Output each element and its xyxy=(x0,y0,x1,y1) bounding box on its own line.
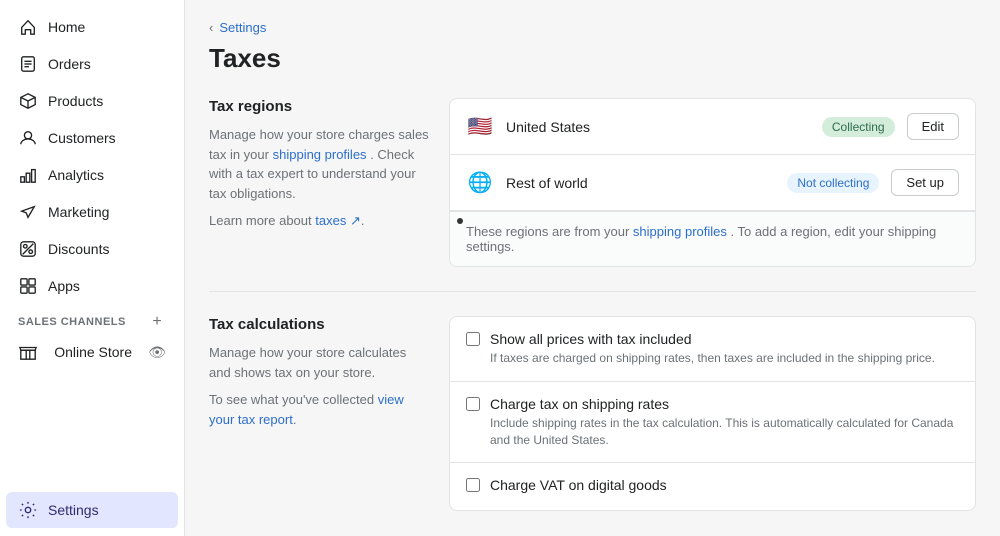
tax-calculations-info: Tax calculations Manage how your store c… xyxy=(209,316,429,511)
sidebar-item-customers-label: Customers xyxy=(48,130,116,146)
taxes-link[interactable]: taxes ↗ xyxy=(315,213,361,228)
tax-regions-learn-more: Learn more about taxes ↗. xyxy=(209,211,429,231)
customers-icon xyxy=(18,128,38,148)
charge-shipping-description: Include shipping rates in the tax calcul… xyxy=(490,415,959,449)
eye-icon[interactable]: 👁 xyxy=(148,344,166,361)
tax-calculations-report: To see what you've collected view your t… xyxy=(209,390,429,429)
tax-regions-card: 🇺🇸 United States Collecting Edit 🌐 Rest … xyxy=(449,98,976,267)
sidebar-item-products[interactable]: Products xyxy=(6,83,178,119)
charge-shipping-checkbox[interactable] xyxy=(466,397,480,411)
charge-vat-content: Charge VAT on digital goods xyxy=(490,477,667,496)
show-prices-checkbox[interactable] xyxy=(466,332,480,346)
sidebar-item-home-label: Home xyxy=(48,19,85,35)
tax-regions-description: Manage how your store charges sales tax … xyxy=(209,125,429,203)
us-flag: 🇺🇸 xyxy=(466,117,494,137)
marketing-icon xyxy=(18,202,38,222)
sidebar-item-discounts-label: Discounts xyxy=(48,241,109,257)
region-row-world: 🌐 Rest of world Not collecting Set up xyxy=(450,155,975,211)
sidebar-item-marketing[interactable]: Marketing xyxy=(6,194,178,230)
home-icon xyxy=(18,17,38,37)
checkbox-show-prices: Show all prices with tax included If tax… xyxy=(450,317,975,382)
tax-regions-info: Tax regions Manage how your store charge… xyxy=(209,98,429,267)
tax-calculations-card: Show all prices with tax included If tax… xyxy=(449,316,976,511)
sidebar-item-apps-label: Apps xyxy=(48,278,80,294)
tax-regions-section: Tax regions Manage how your store charge… xyxy=(209,98,976,267)
sidebar-item-home[interactable]: Home xyxy=(6,9,178,45)
charge-shipping-label[interactable]: Charge tax on shipping rates xyxy=(490,396,959,412)
world-region-name: Rest of world xyxy=(506,175,775,191)
tax-regions-title: Tax regions xyxy=(209,98,429,115)
breadcrumb[interactable]: ‹ Settings xyxy=(209,20,976,35)
products-icon xyxy=(18,91,38,111)
charge-vat-checkbox[interactable] xyxy=(466,478,480,492)
apps-icon xyxy=(18,276,38,296)
sidebar-item-settings[interactable]: Settings xyxy=(6,492,178,528)
online-store-actions: 👁 xyxy=(148,344,166,361)
tax-regions-card-footer: These regions are from your shipping pro… xyxy=(450,211,975,266)
tax-calculations-desc: Manage how your store calculates and sho… xyxy=(209,343,429,382)
discounts-icon xyxy=(18,239,38,259)
analytics-icon xyxy=(18,165,38,185)
sidebar-nav: Home Orders Products Customers xyxy=(0,0,184,491)
show-prices-content: Show all prices with tax included If tax… xyxy=(490,331,935,367)
sidebar-item-discounts[interactable]: Discounts xyxy=(6,231,178,267)
sidebar-item-products-label: Products xyxy=(48,93,103,109)
sidebar-item-customers[interactable]: Customers xyxy=(6,120,178,156)
checkbox-charge-shipping: Charge tax on shipping rates Include shi… xyxy=(450,382,975,464)
breadcrumb-arrow: ‹ xyxy=(209,20,213,35)
add-channel-button[interactable]: + xyxy=(148,313,166,331)
page-title: Taxes xyxy=(209,43,976,74)
shipping-profiles-link-1[interactable]: shipping profiles xyxy=(273,147,367,162)
show-prices-description: If taxes are charged on shipping rates, … xyxy=(490,350,935,367)
checkbox-charge-vat: Charge VAT on digital goods xyxy=(450,463,975,510)
orders-icon xyxy=(18,54,38,74)
us-edit-button[interactable]: Edit xyxy=(907,113,959,140)
region-row-us: 🇺🇸 United States Collecting Edit xyxy=(450,99,975,155)
us-status-badge: Collecting xyxy=(822,117,895,137)
sidebar-item-orders-label: Orders xyxy=(48,56,91,72)
world-setup-button[interactable]: Set up xyxy=(891,169,959,196)
world-status-badge: Not collecting xyxy=(787,173,879,193)
sidebar-item-analytics[interactable]: Analytics xyxy=(6,157,178,193)
main-content: ‹ Settings Taxes Tax regions Manage how … xyxy=(185,0,1000,536)
channels-section-label: SALES CHANNELS + xyxy=(0,305,184,335)
tax-calculations-section: Tax calculations Manage how your store c… xyxy=(209,316,976,511)
online-store-label: Online Store xyxy=(54,344,132,360)
charge-vat-label[interactable]: Charge VAT on digital goods xyxy=(490,477,667,493)
show-prices-label[interactable]: Show all prices with tax included xyxy=(490,331,935,347)
world-icon: 🌐 xyxy=(466,173,494,193)
sidebar-item-analytics-label: Analytics xyxy=(48,167,104,183)
sidebar-item-marketing-label: Marketing xyxy=(48,204,109,220)
settings-icon xyxy=(18,500,38,520)
sidebar-item-online-store[interactable]: Online Store 👁 xyxy=(6,336,178,368)
section-divider xyxy=(209,291,976,292)
charge-shipping-content: Charge tax on shipping rates Include shi… xyxy=(490,396,959,449)
breadcrumb-text: Settings xyxy=(219,20,266,35)
sidebar-item-settings-label: Settings xyxy=(48,502,99,518)
store-icon xyxy=(18,342,38,362)
sidebar-item-orders[interactable]: Orders xyxy=(6,46,178,82)
us-region-name: United States xyxy=(506,119,810,135)
tax-calculations-title: Tax calculations xyxy=(209,316,429,333)
sidebar: Home Orders Products Customers xyxy=(0,0,185,536)
shipping-profiles-link-footer[interactable]: shipping profiles xyxy=(633,224,727,239)
sidebar-item-apps[interactable]: Apps xyxy=(6,268,178,304)
